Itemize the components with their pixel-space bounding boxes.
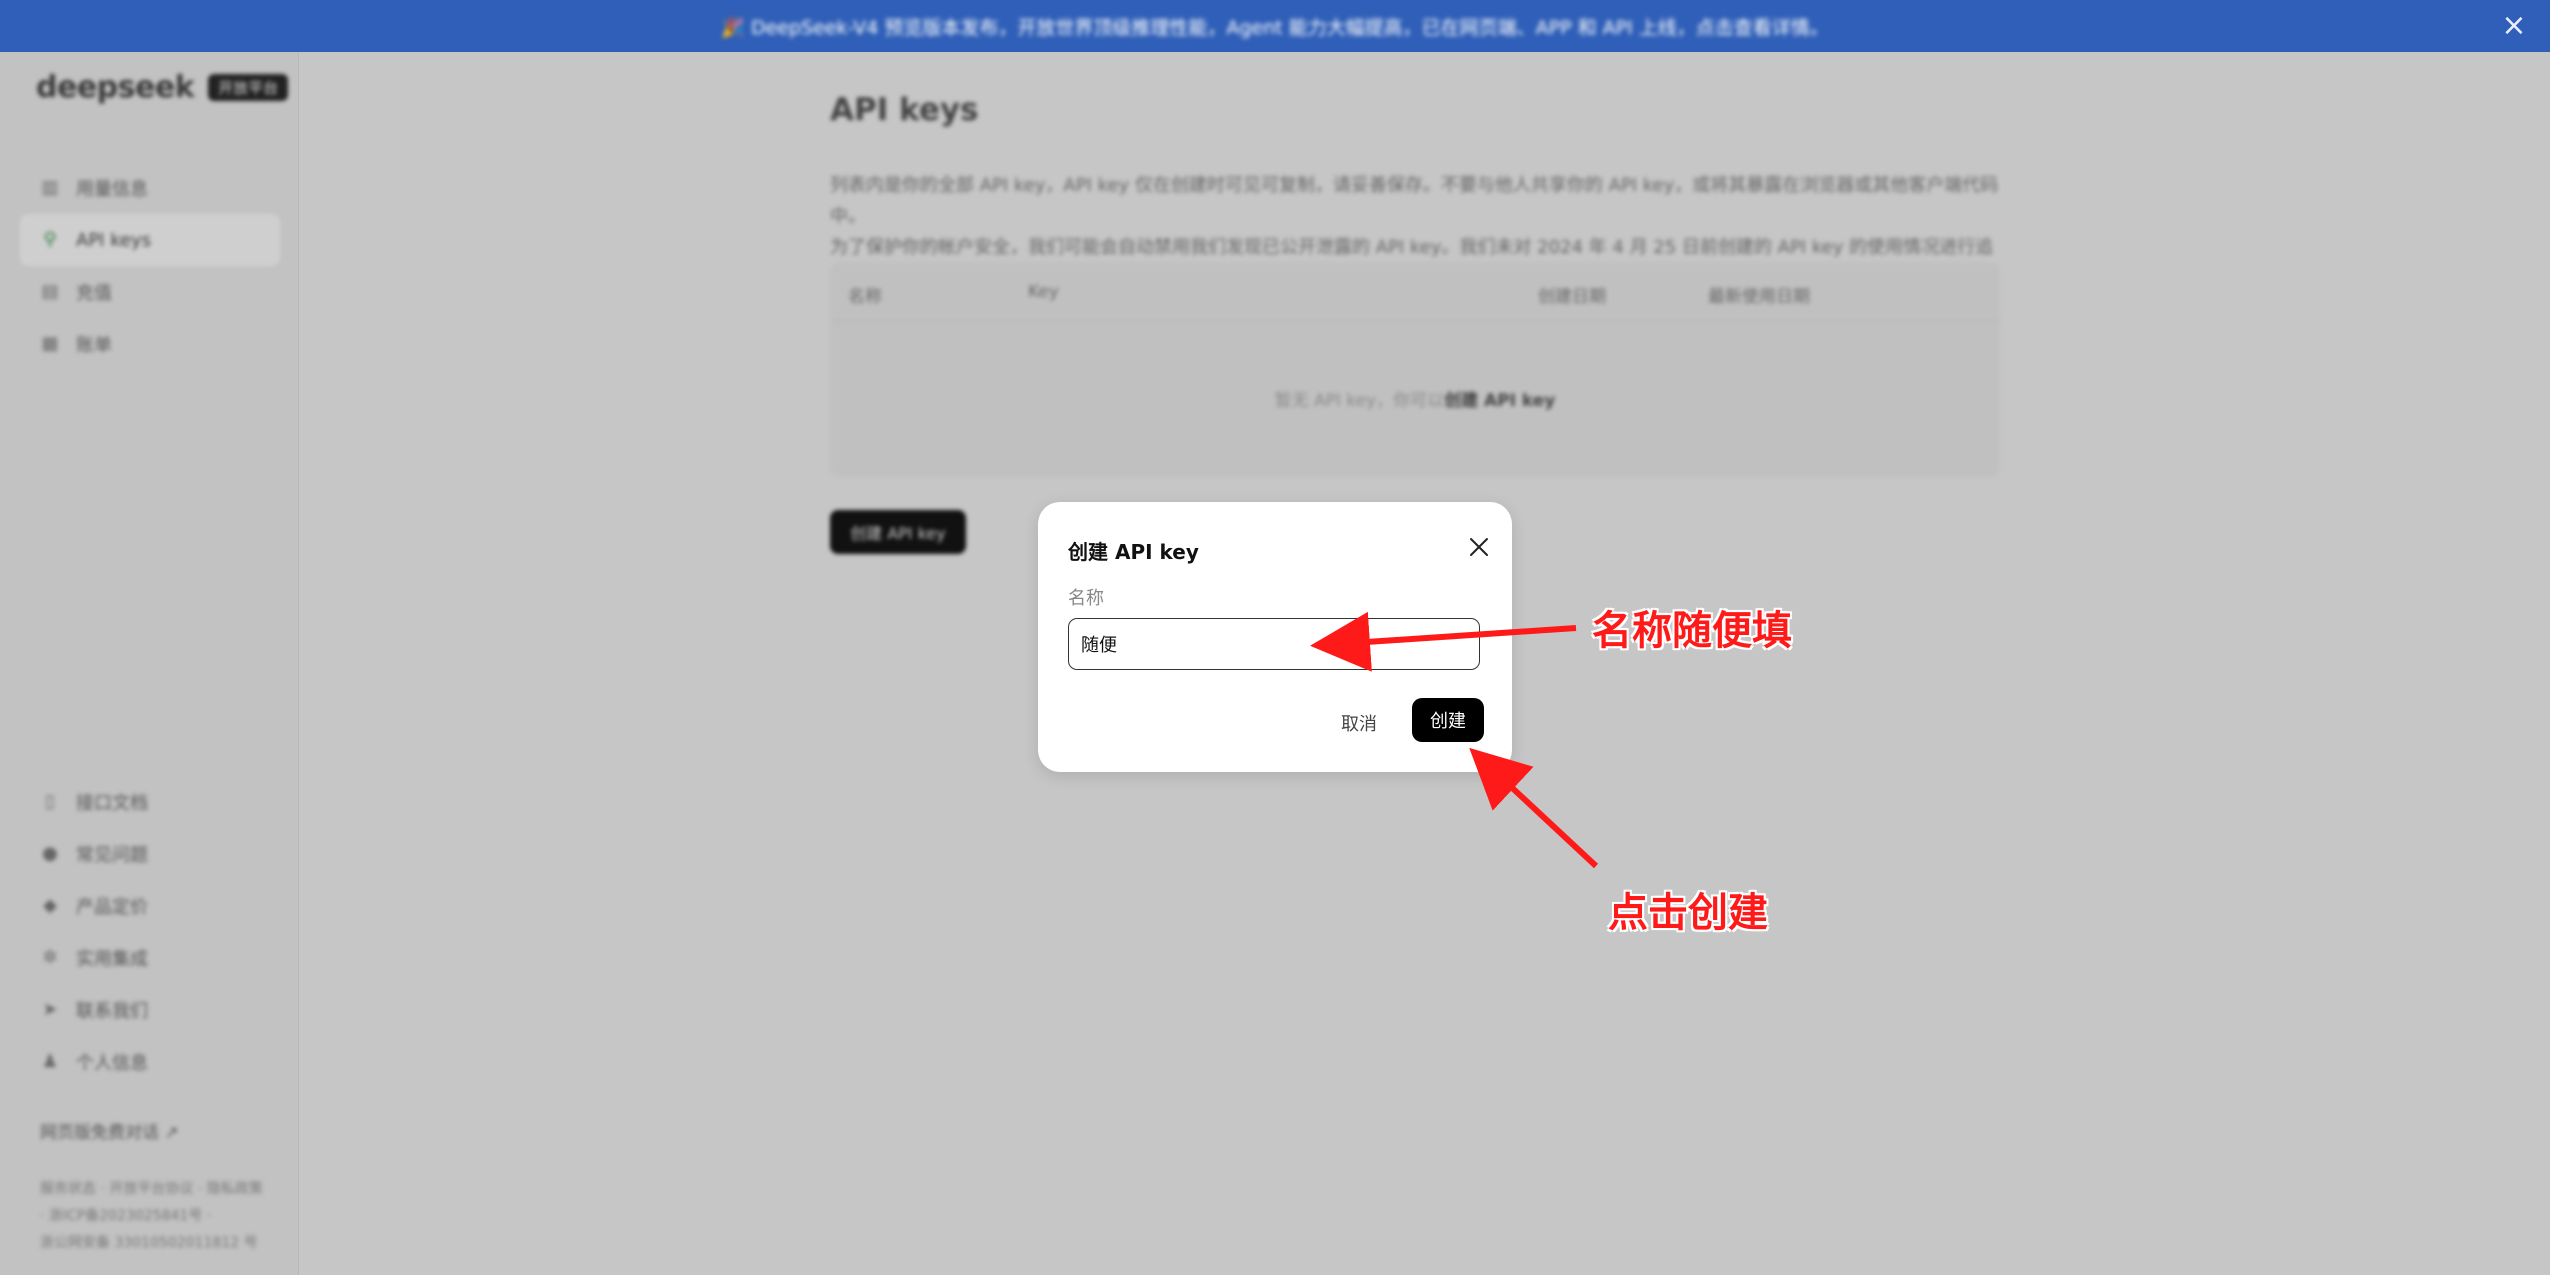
annotation-arrows [1310,611,1599,869]
arrow-to-name-input [1310,611,1577,672]
arrow-to-create-button [1469,747,1599,869]
annotation-name-hint: 名称随便填 [1592,608,1792,654]
annotation-click-hint: 点击创建 [1608,890,1768,936]
